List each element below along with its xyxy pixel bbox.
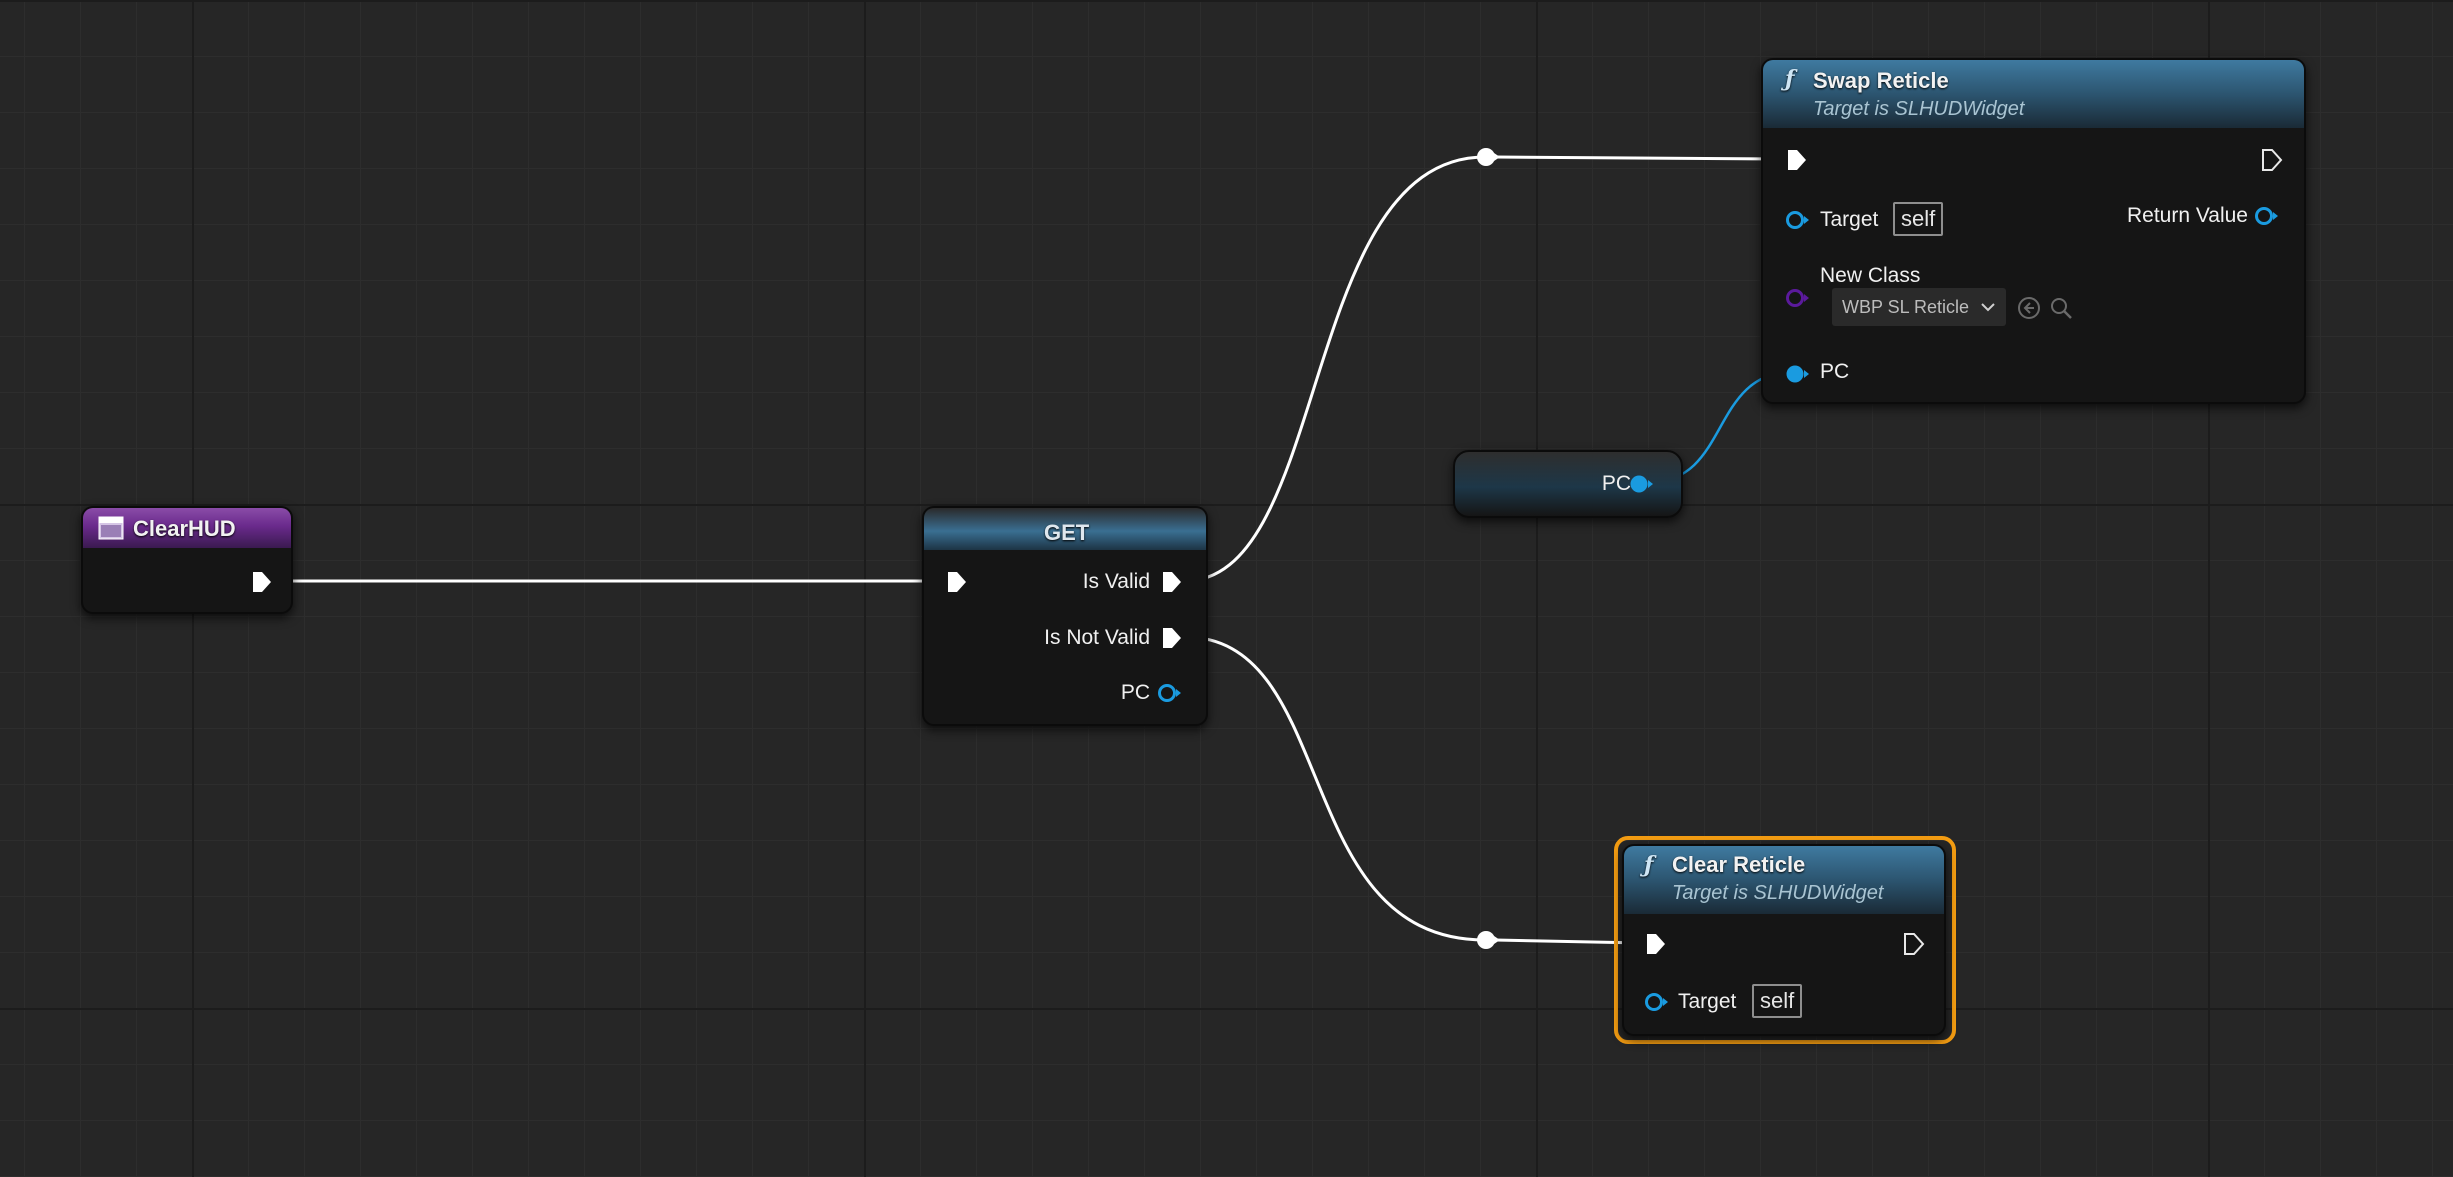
chevron-down-icon: [1981, 303, 1995, 312]
swap-reticle-function-node[interactable]: ƒ Swap Reticle Target is SLHUDWidget Tar…: [1761, 58, 2306, 404]
node-title: GET: [1044, 520, 1090, 545]
get-validated-node[interactable]: GET Is Valid Is Not Valid PC: [922, 506, 1208, 726]
target-self-value[interactable]: self: [1752, 984, 1803, 1018]
new-class-in-pin[interactable]: [1784, 286, 1810, 310]
clearhud-event-node[interactable]: ClearHUD: [81, 506, 293, 614]
return-value-label: Return Value: [2126, 204, 2248, 227]
is-not-valid-label: Is Not Valid: [1044, 626, 1150, 649]
target-label: Target: [1820, 208, 1879, 231]
reroute-knot-valid[interactable]: [1477, 148, 1495, 166]
exec-out-pin[interactable]: [2260, 148, 2284, 172]
pc-label: PC: [1820, 360, 1850, 383]
exec-in-pin[interactable]: [1785, 148, 1809, 172]
pc-in-pin[interactable]: [1784, 362, 1810, 386]
pc-variable-node[interactable]: PC: [1453, 450, 1683, 518]
target-label: Target: [1678, 990, 1737, 1013]
is-valid-label: Is Valid: [1082, 570, 1150, 593]
node-subtitle: Target is SLHUDWidget: [1672, 882, 1884, 904]
pc-variable-out-pin[interactable]: [1628, 472, 1654, 496]
new-class-dropdown[interactable]: WBP SL Reticle: [1832, 288, 2006, 326]
pc-output-label: PC: [1120, 681, 1150, 704]
exec-wire-isnotvalid-knot: [1184, 635, 1486, 942]
function-f-icon: ƒ: [1785, 66, 1795, 92]
target-self-value[interactable]: self: [1893, 202, 1944, 236]
node-title: ClearHUD: [133, 516, 236, 541]
node-subtitle: Target is SLHUDWidget: [1813, 98, 2025, 120]
exec-wire-isvalid-knot: [1184, 155, 1486, 583]
is-valid-exec-out-pin[interactable]: [1160, 570, 1184, 594]
target-in-pin[interactable]: [1784, 208, 1810, 232]
is-not-valid-exec-out-pin[interactable]: [1160, 626, 1184, 650]
pc-variable-label: PC: [1601, 472, 1631, 495]
exec-out-pin[interactable]: [1902, 932, 1926, 956]
knot-arrow: [1494, 936, 1500, 944]
magnifier-icon[interactable]: [2049, 296, 2073, 320]
target-in-pin[interactable]: [1643, 990, 1669, 1014]
node-title: Clear Reticle: [1672, 852, 1806, 877]
exec-out-pin[interactable]: [250, 570, 274, 594]
function-f-icon: ƒ: [1644, 852, 1654, 878]
reroute-knot-not-valid[interactable]: [1477, 931, 1495, 949]
clear-reticle-function-node[interactable]: ƒ Clear Reticle Target is SLHUDWidget Ta…: [1622, 844, 1946, 1036]
exec-in-pin[interactable]: [1644, 932, 1668, 956]
exec-wire-knot-swapreticle: [1494, 155, 1784, 161]
arrow-left-circle-icon[interactable]: [2017, 296, 2041, 320]
exec-in-pin[interactable]: [945, 570, 969, 594]
knot-arrow: [1494, 153, 1500, 161]
node-title: Swap Reticle: [1813, 68, 1949, 93]
event-window-icon: [98, 516, 124, 540]
return-value-out-pin[interactable]: [2253, 204, 2279, 228]
new-class-dropdown-value: WBP SL Reticle: [1842, 297, 1970, 317]
pc-object-out-pin[interactable]: [1156, 681, 1182, 705]
new-class-label: New Class: [1820, 264, 1921, 287]
